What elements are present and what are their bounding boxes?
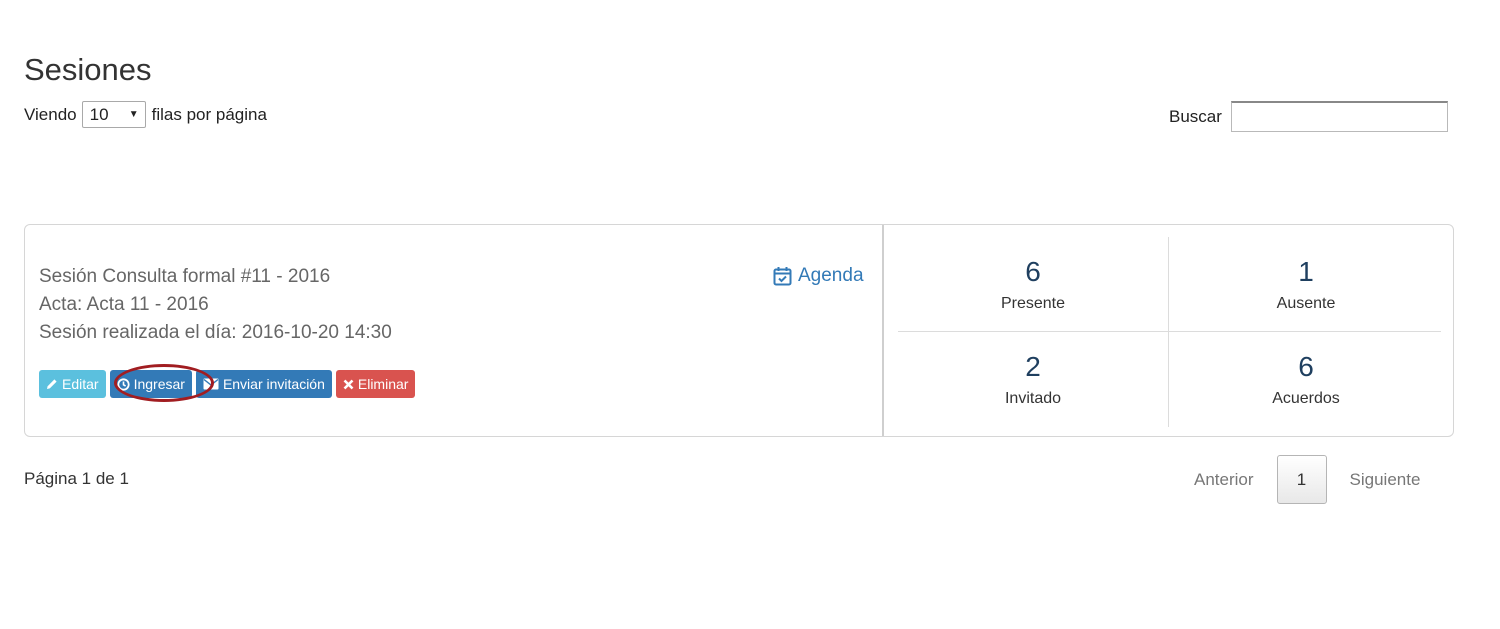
stat-invited: 2 Invitado [898, 332, 1168, 426]
session-acta: Acta: Acta 11 - 2016 [39, 294, 209, 315]
search-input[interactable] [1230, 101, 1448, 132]
agenda-label: Agenda [798, 265, 864, 286]
previous-page-button[interactable]: Anterior [1180, 470, 1268, 490]
edit-button-label: Editar [62, 376, 99, 392]
pagination-info: Página 1 de 1 [24, 469, 129, 488]
length-prefix: Viendo [24, 104, 77, 124]
stat-present: 6 Presente [898, 237, 1168, 331]
stat-absent-label: Ausente [1276, 295, 1336, 312]
session-card: Sesión Consulta formal #11 - 2016 Acta: … [24, 224, 1454, 437]
edit-button[interactable]: Editar [39, 370, 106, 398]
rows-per-page-select[interactable]: 10 ▼ [81, 101, 146, 128]
caret-down-icon: ▼ [128, 109, 139, 120]
pencil-icon [47, 379, 57, 389]
stat-present-label: Presente [1000, 295, 1066, 312]
clock-icon [116, 377, 130, 391]
page-title: Sesiones [24, 52, 152, 87]
envelope-icon [203, 378, 219, 390]
page-length-control: Viendo 10 ▼ filas por página [24, 101, 267, 128]
stat-agreements-value: 6 [1298, 351, 1314, 382]
calendar-check-icon [773, 267, 792, 286]
times-icon [343, 379, 354, 389]
delete-button-label: Eliminar [357, 376, 409, 392]
page-1-button[interactable]: 1 [1276, 455, 1327, 504]
session-actions: Editar Ingresar Enviar invitación Elimin… [39, 370, 416, 398]
stat-agreements: 6 Acuerdos [1171, 332, 1441, 426]
length-suffix: filas por página [151, 104, 267, 124]
card-divider [882, 225, 884, 436]
enter-button[interactable]: Ingresar [109, 370, 192, 398]
search-label: Buscar [1169, 106, 1222, 126]
search-control: Buscar [1169, 101, 1448, 132]
send-invitation-button-label: Enviar invitación [222, 376, 325, 392]
stat-agreements-label: Acuerdos [1272, 390, 1340, 407]
session-stats: 6 Presente 1 Ausente 2 Invitado 6 Acuerd… [898, 237, 1441, 427]
agenda-link[interactable]: Agenda [773, 265, 864, 287]
stat-absent-value: 1 [1298, 256, 1314, 287]
rows-per-page-value: 10 [89, 104, 109, 124]
stat-absent: 1 Ausente [1171, 237, 1441, 331]
send-invitation-button[interactable]: Enviar invitación [195, 370, 332, 398]
stat-present-value: 6 [1025, 256, 1041, 287]
delete-button[interactable]: Eliminar [335, 370, 416, 398]
stat-invited-label: Invitado [1004, 390, 1062, 407]
pagination: Anterior 1 Siguiente [1180, 455, 1434, 504]
session-date: Sesión realizada el día: 2016-10-20 14:3… [39, 322, 392, 343]
session-title: Sesión Consulta formal #11 - 2016 [39, 266, 331, 287]
enter-button-label: Ingresar [133, 376, 185, 392]
stats-vertical-divider [1168, 237, 1169, 427]
stat-invited-value: 2 [1025, 351, 1041, 382]
stats-horizontal-divider [898, 331, 1441, 332]
next-page-button[interactable]: Siguiente [1336, 470, 1435, 490]
